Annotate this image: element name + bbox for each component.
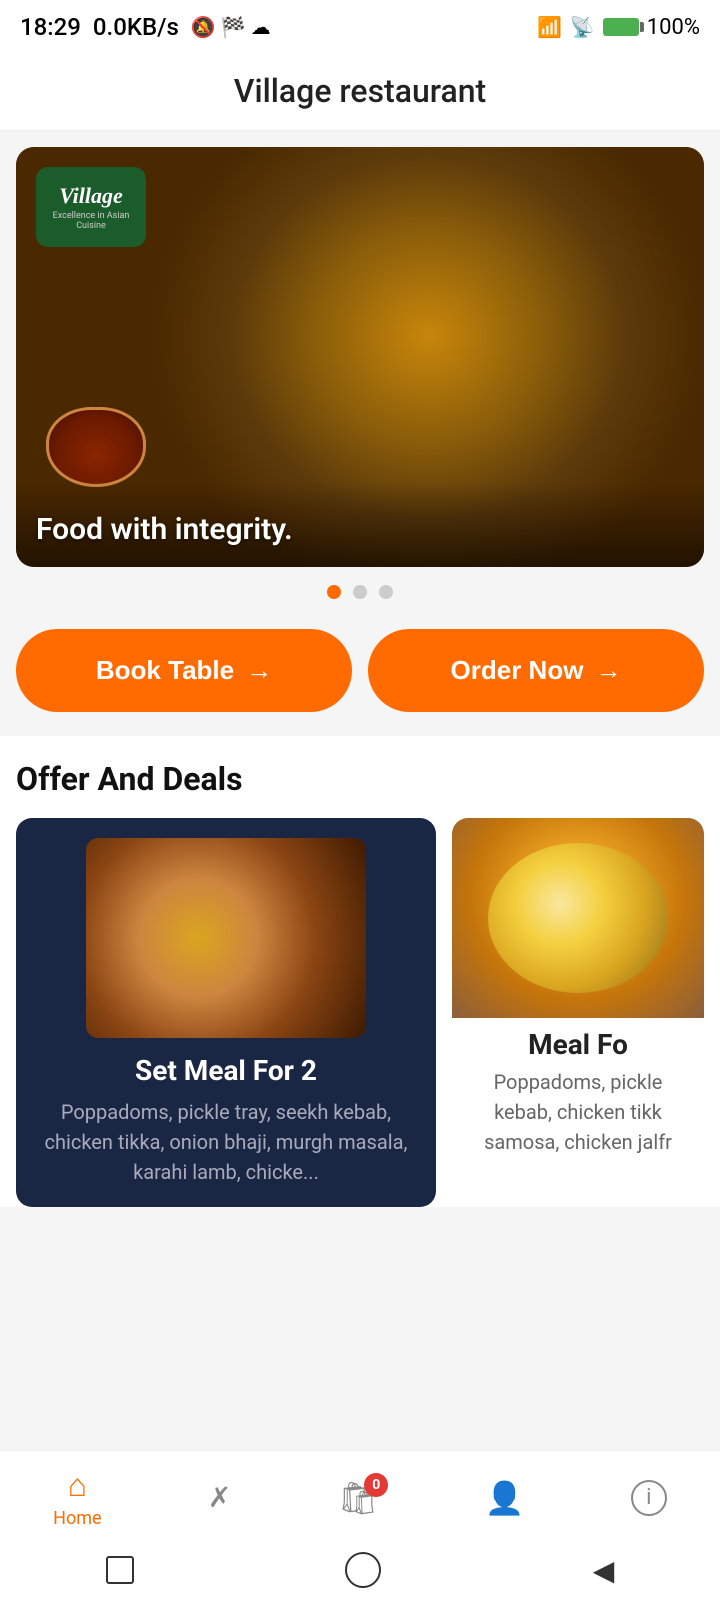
deal-card-2-image xyxy=(452,818,704,1018)
page-title: Village restaurant xyxy=(234,72,486,110)
status-left: 18:29 0.0KB/s 🔕 🏁 ☁ xyxy=(20,13,271,41)
carousel-dot-3[interactable] xyxy=(379,585,393,599)
carousel-dot-2[interactable] xyxy=(353,585,367,599)
notification-icons: 🔕 🏁 ☁ xyxy=(191,15,271,39)
profile-icon: 👤 xyxy=(485,1479,525,1517)
cart-badge: 0 xyxy=(364,1473,388,1497)
menu-icon: ✗ xyxy=(208,1481,231,1514)
deal-food-image-1 xyxy=(86,838,366,1038)
nav-item-info[interactable]: i xyxy=(631,1480,667,1516)
deal-card-1[interactable]: Set Meal For 2 Poppadoms, pickle tray, s… xyxy=(16,818,436,1207)
book-table-button[interactable]: Book Table → xyxy=(16,629,352,712)
android-back-button[interactable]: ◀ xyxy=(593,1554,615,1587)
offers-title: Offer And Deals xyxy=(16,760,704,798)
android-recent-button[interactable] xyxy=(106,1556,134,1584)
deal-card-2-title: Meal Fo xyxy=(452,1018,704,1067)
order-now-arrow: → xyxy=(595,655,621,686)
deals-cards-container: Set Meal For 2 Poppadoms, pickle tray, s… xyxy=(16,818,704,1207)
nav-item-profile[interactable]: 👤 xyxy=(485,1479,525,1517)
nav-item-menu[interactable]: ✗ xyxy=(208,1481,231,1514)
deal-card-1-description: Poppadoms, pickle tray, seekh kebab, chi… xyxy=(16,1097,436,1207)
logo-text: Village xyxy=(59,183,123,209)
info-icon: i xyxy=(631,1480,667,1516)
hero-tagline: Food with integrity. xyxy=(36,512,293,547)
page-header: Village restaurant xyxy=(0,54,720,131)
restaurant-logo: Village Excellence in Asian Cuisine xyxy=(36,167,146,247)
nav-item-cart[interactable]: 🛍 0 xyxy=(338,1479,379,1517)
logo-subtext: Excellence in Asian Cuisine xyxy=(44,211,138,231)
home-label: Home xyxy=(53,1508,101,1529)
book-table-label: Book Table xyxy=(96,655,234,686)
bottom-navigation: ⌂ Home ✗ 🛍 0 👤 i xyxy=(0,1450,720,1540)
time-display: 18:29 xyxy=(20,13,81,41)
deal-card-2-description: Poppadoms, pickle kebab, chicken tikk sa… xyxy=(452,1067,704,1173)
deal-card-1-image xyxy=(86,838,366,1038)
wifi-icon: 📡 xyxy=(570,15,595,39)
home-icon: ⌂ xyxy=(68,1466,87,1504)
status-right: 📶 📡 100% xyxy=(537,15,700,40)
data-speed: 0.0KB/s xyxy=(93,13,179,41)
hero-banner: Village Excellence in Asian Cuisine Food… xyxy=(16,147,704,567)
book-table-arrow: → xyxy=(246,655,272,686)
signal-icon: 📶 xyxy=(537,15,562,39)
battery-icon xyxy=(603,18,639,36)
android-navigation-bar: ◀ xyxy=(0,1540,720,1600)
hero-overlay: Food with integrity. xyxy=(16,482,704,567)
deal-card-1-title: Set Meal For 2 xyxy=(16,1054,436,1097)
carousel-indicators xyxy=(0,567,720,609)
cta-section: Book Table → Order Now → xyxy=(0,609,720,736)
carousel-dot-1[interactable] xyxy=(327,585,341,599)
sauce-bowl-decoration xyxy=(46,407,146,487)
deal-card-2[interactable]: Meal Fo Poppadoms, pickle kebab, chicken… xyxy=(452,818,704,1207)
nav-item-home[interactable]: ⌂ Home xyxy=(53,1466,101,1529)
android-home-button[interactable] xyxy=(345,1552,381,1588)
offers-section: Offer And Deals Set Meal For 2 Poppadoms… xyxy=(0,736,720,1207)
order-now-label: Order Now xyxy=(451,655,584,686)
order-now-button[interactable]: Order Now → xyxy=(368,629,704,712)
battery-percent: 100% xyxy=(647,15,700,40)
hero-background: Village Excellence in Asian Cuisine Food… xyxy=(16,147,704,567)
status-bar: 18:29 0.0KB/s 🔕 🏁 ☁ 📶 📡 100% xyxy=(0,0,720,54)
